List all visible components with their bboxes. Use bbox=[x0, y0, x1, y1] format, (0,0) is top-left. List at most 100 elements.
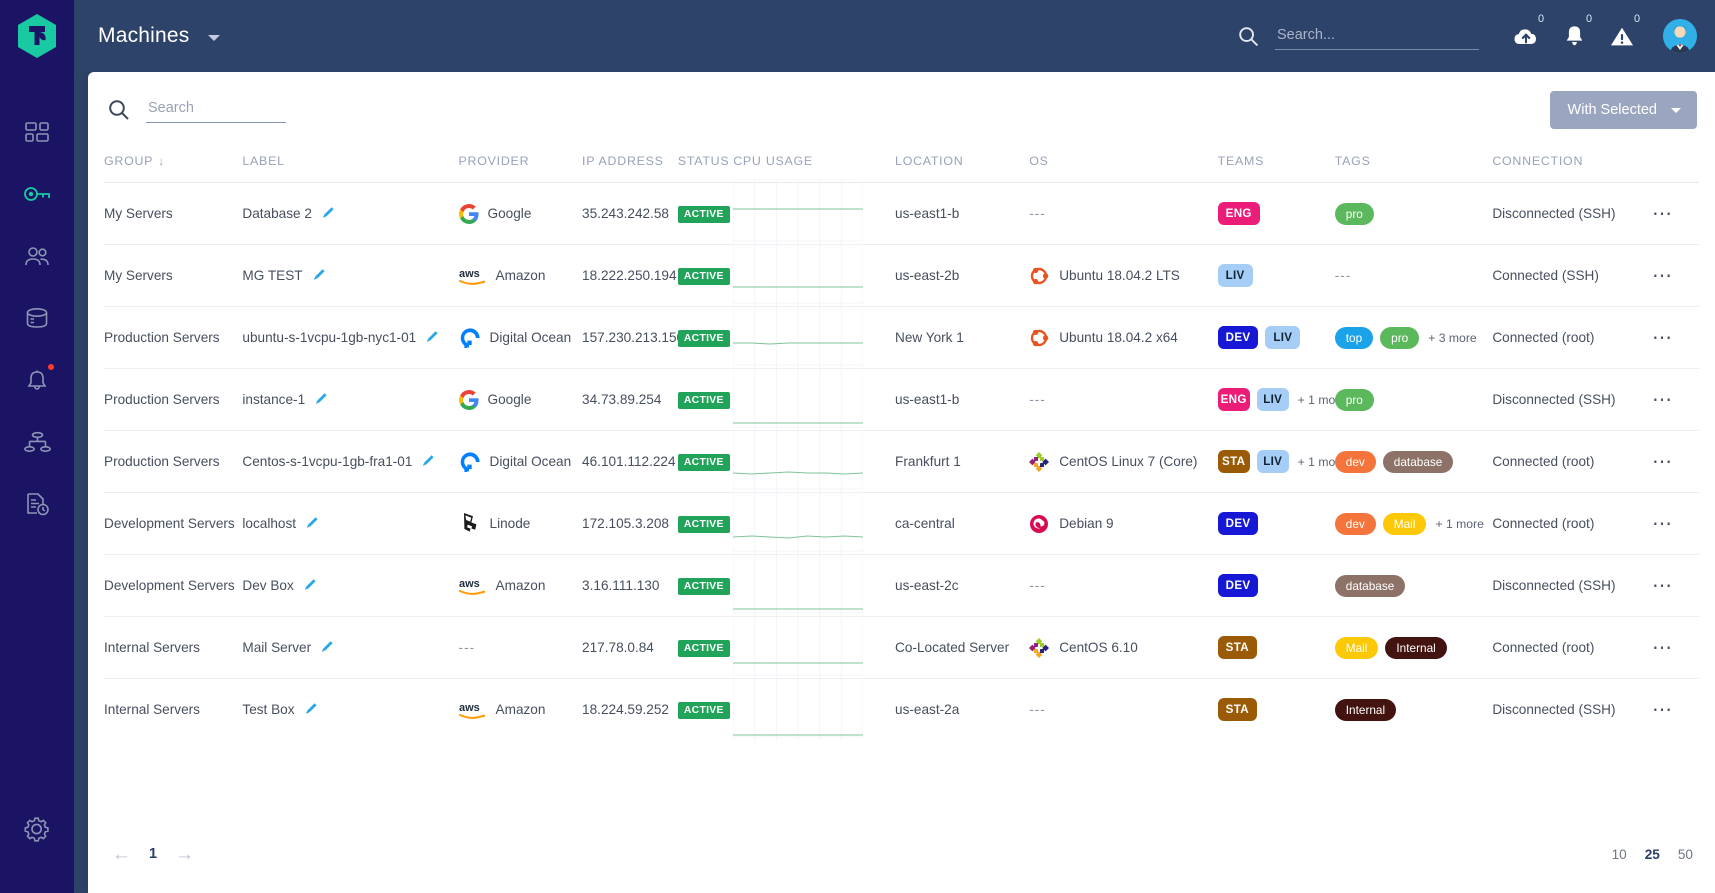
team-badge[interactable]: STA bbox=[1217, 636, 1257, 659]
pencil-edit-icon[interactable] bbox=[425, 329, 440, 344]
sidebar-item-settings[interactable] bbox=[14, 811, 60, 847]
col-header-tags[interactable]: TAGS bbox=[1335, 148, 1493, 183]
kebab-menu-icon[interactable]: ⋯ bbox=[1652, 637, 1674, 659]
table-row[interactable]: Development Servers Dev Box aws Amazon 3… bbox=[104, 551, 1699, 617]
tag-chip[interactable]: pro bbox=[1334, 202, 1374, 225]
sidebar-item-users[interactable] bbox=[14, 238, 60, 274]
team-badge[interactable]: LIV bbox=[1265, 326, 1301, 349]
tags-more-label[interactable]: + 1 more bbox=[1435, 517, 1483, 531]
tags-more-label[interactable]: + 3 more bbox=[1428, 331, 1476, 345]
pencil-edit-icon[interactable] bbox=[305, 515, 320, 530]
team-badge[interactable]: LIV bbox=[1256, 450, 1289, 473]
col-header-provider[interactable]: PROVIDER bbox=[459, 148, 583, 183]
pencil-edit-icon[interactable] bbox=[320, 639, 335, 654]
prev-page-button[interactable]: ← bbox=[112, 845, 131, 864]
pencil-edit-icon[interactable] bbox=[303, 577, 318, 595]
avatar[interactable] bbox=[1663, 19, 1697, 53]
pencil-edit-icon[interactable] bbox=[321, 205, 336, 220]
team-badge[interactable]: DEV bbox=[1217, 574, 1259, 597]
kebab-menu-icon[interactable]: ⋯ bbox=[1652, 389, 1674, 411]
col-header-label[interactable]: LABEL bbox=[242, 148, 458, 183]
kebab-menu-icon[interactable]: ⋯ bbox=[1652, 203, 1674, 225]
table-search-input[interactable] bbox=[146, 97, 286, 123]
team-badge[interactable]: ENG bbox=[1217, 202, 1260, 225]
search-icon[interactable] bbox=[108, 99, 130, 121]
pencil-edit-icon[interactable] bbox=[425, 329, 440, 347]
pencil-edit-icon[interactable] bbox=[304, 701, 319, 719]
pencil-edit-icon[interactable] bbox=[421, 453, 436, 471]
tag-chip[interactable]: dev bbox=[1334, 450, 1376, 473]
team-badge[interactable]: LIV bbox=[1217, 264, 1253, 287]
pencil-edit-icon[interactable] bbox=[305, 515, 320, 533]
page-size-25[interactable]: 25 bbox=[1645, 847, 1660, 862]
kebab-menu-icon[interactable]: ⋯ bbox=[1652, 513, 1674, 535]
col-header-os[interactable]: OS bbox=[1029, 148, 1217, 183]
next-page-button[interactable]: → bbox=[175, 845, 194, 864]
kebab-menu-icon[interactable]: ⋯ bbox=[1652, 327, 1674, 349]
col-header-ip[interactable]: IP ADDRESS bbox=[582, 148, 678, 183]
pencil-edit-icon[interactable] bbox=[314, 391, 329, 406]
global-search-input[interactable] bbox=[1275, 22, 1479, 50]
team-badge[interactable]: ENG bbox=[1217, 388, 1250, 411]
tag-chip[interactable]: database bbox=[1334, 574, 1406, 597]
page-size-10[interactable]: 10 bbox=[1612, 847, 1627, 862]
page-size-50[interactable]: 50 bbox=[1678, 847, 1693, 862]
sidebar-item-network[interactable] bbox=[14, 424, 60, 460]
table-row[interactable]: Production Servers instance-1 Google 34.… bbox=[104, 365, 1699, 431]
pencil-edit-icon[interactable] bbox=[312, 267, 327, 285]
page-number-1[interactable]: 1 bbox=[149, 846, 157, 862]
team-badge[interactable]: LIV bbox=[1256, 388, 1289, 411]
page-title-group[interactable]: Machines bbox=[98, 24, 220, 48]
col-header-connection[interactable]: CONNECTION bbox=[1492, 148, 1652, 183]
sidebar-item-keys[interactable] bbox=[14, 176, 60, 212]
table-row[interactable]: My Servers MG TEST aws Amazon 18.222.250… bbox=[104, 241, 1699, 307]
tag-chip[interactable]: database bbox=[1382, 450, 1454, 473]
col-header-group[interactable]: GROUP ↓ bbox=[104, 148, 242, 183]
col-header-teams[interactable]: TEAMS bbox=[1218, 148, 1335, 183]
alerts-button[interactable]: 0 bbox=[1609, 13, 1640, 49]
kebab-menu-icon[interactable]: ⋯ bbox=[1652, 699, 1674, 721]
notifications-button[interactable]: 0 bbox=[1561, 13, 1592, 49]
kebab-menu-icon[interactable]: ⋯ bbox=[1652, 575, 1674, 597]
sidebar-item-database[interactable] bbox=[14, 300, 60, 336]
col-header-status[interactable]: STATUS bbox=[678, 148, 733, 183]
tag-chip[interactable]: Internal bbox=[1385, 636, 1447, 659]
team-badge[interactable]: DEV bbox=[1217, 326, 1259, 349]
app-logo[interactable] bbox=[0, 0, 74, 72]
table-row[interactable]: Development Servers localhost Linode 172… bbox=[104, 489, 1699, 555]
sidebar-item-alerts[interactable] bbox=[14, 362, 60, 398]
tag-chip[interactable]: top bbox=[1334, 326, 1374, 349]
pencil-edit-icon[interactable] bbox=[304, 701, 319, 716]
kebab-menu-icon[interactable]: ⋯ bbox=[1652, 265, 1674, 287]
team-badge[interactable]: DEV bbox=[1217, 512, 1259, 535]
tag-chip[interactable]: Mail bbox=[1334, 636, 1379, 659]
top-bar: Machines 0 bbox=[74, 0, 1715, 72]
tag-chip[interactable]: pro bbox=[1334, 388, 1374, 411]
table-row[interactable]: Production Servers ubuntu-s-1vcpu-1gb-ny… bbox=[104, 303, 1699, 369]
col-header-cpu[interactable]: CPU USAGE bbox=[733, 148, 895, 183]
pencil-edit-icon[interactable] bbox=[320, 639, 335, 657]
pencil-edit-icon[interactable] bbox=[314, 391, 329, 409]
pencil-edit-icon[interactable] bbox=[303, 577, 318, 592]
kebab-menu-icon[interactable]: ⋯ bbox=[1652, 451, 1674, 473]
tag-chip[interactable]: Internal bbox=[1334, 698, 1397, 721]
table-row[interactable]: My Servers Database 2 Google 35.243.242.… bbox=[104, 179, 1699, 245]
table-row[interactable]: Production Servers Centos-s-1vcpu-1gb-fr… bbox=[104, 427, 1699, 493]
tag-chip[interactable]: pro bbox=[1380, 326, 1420, 349]
linode-logo-icon bbox=[463, 512, 476, 532]
team-badge[interactable]: STA bbox=[1217, 698, 1257, 722]
pencil-edit-icon[interactable] bbox=[312, 267, 327, 282]
table-row[interactable]: Internal Servers Test Box aws Amazon 18.… bbox=[104, 675, 1699, 741]
col-header-location[interactable]: LOCATION bbox=[895, 148, 1029, 183]
tag-chip[interactable]: dev bbox=[1334, 512, 1376, 535]
table-row[interactable]: Internal Servers Mail Server --- 217.78.… bbox=[104, 613, 1699, 679]
team-badge[interactable]: STA bbox=[1217, 450, 1250, 473]
tag-chip[interactable]: Mail bbox=[1382, 512, 1427, 535]
pencil-edit-icon[interactable] bbox=[421, 453, 436, 468]
pencil-edit-icon[interactable] bbox=[321, 205, 336, 223]
sidebar-item-dashboard[interactable] bbox=[14, 114, 60, 150]
with-selected-button[interactable]: With Selected bbox=[1549, 91, 1697, 129]
cloud-upload-button[interactable]: 0 bbox=[1513, 13, 1544, 49]
sidebar-item-audit-log[interactable] bbox=[14, 486, 60, 522]
search-icon[interactable] bbox=[1238, 26, 1259, 47]
